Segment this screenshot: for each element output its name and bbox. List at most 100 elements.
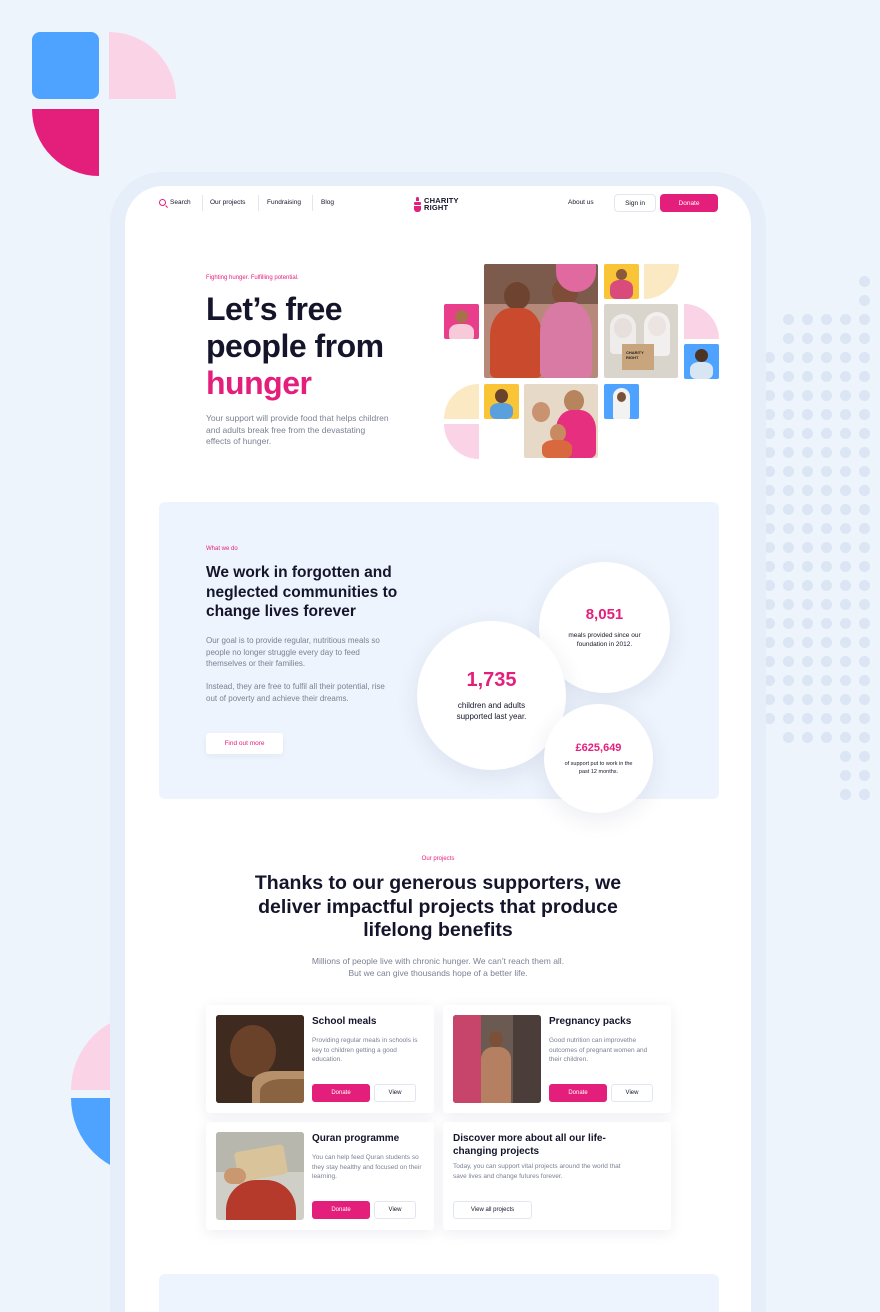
decorative-dot — [802, 428, 813, 439]
nav-about-us[interactable]: About us — [568, 199, 594, 206]
charity-right-logo[interactable]: CHARITY RIGHT — [414, 194, 459, 214]
decorative-dot — [859, 751, 870, 762]
decorative-dot — [840, 352, 851, 363]
nav-blog[interactable]: Blog — [321, 199, 334, 206]
donate-button[interactable]: Donate — [660, 194, 718, 212]
decorative-dot — [821, 694, 832, 705]
stat-label: children and adults supported last year. — [456, 701, 527, 721]
decorative-dot — [859, 618, 870, 629]
decorative-dot — [783, 504, 794, 515]
decorative-dot — [783, 637, 794, 648]
decorative-dot — [821, 409, 832, 420]
decorative-dot — [802, 466, 813, 477]
decorative-dot — [802, 352, 813, 363]
decorative-dot — [859, 314, 870, 325]
decorative-dot — [859, 580, 870, 591]
school-meals-photo — [216, 1015, 304, 1103]
decorative-pink-quarter — [109, 32, 176, 99]
decorative-dot — [840, 599, 851, 610]
stat-value: 8,051 — [585, 606, 624, 623]
decorative-blue-square — [32, 32, 99, 99]
hero-eyebrow: Fighting hunger. Fulfilling potential. — [206, 275, 299, 281]
decorative-dot — [859, 713, 870, 724]
nav-search[interactable]: Search — [170, 199, 191, 206]
decorative-dot — [783, 656, 794, 667]
decorative-dot — [821, 561, 832, 572]
decorative-dot — [783, 713, 794, 724]
decorative-dot — [840, 618, 851, 629]
decorative-dot — [859, 276, 870, 287]
search-icon[interactable] — [159, 199, 166, 206]
decorative-dot — [821, 656, 832, 667]
nav-fundraising[interactable]: Fundraising — [267, 199, 301, 206]
decorative-dot — [859, 770, 870, 781]
card-donate-button[interactable]: Donate — [549, 1084, 607, 1102]
decorative-dot — [783, 599, 794, 610]
photo-boy-yellow — [484, 384, 519, 419]
decorative-dot — [859, 428, 870, 439]
decorative-dot — [821, 675, 832, 686]
card-donate-button[interactable]: Donate — [312, 1084, 370, 1102]
decorative-dot — [859, 371, 870, 382]
card-description: Good nutrition can improvethe outcomes o… — [549, 1037, 648, 1063]
decorative-dot — [783, 580, 794, 591]
decorative-dot — [783, 732, 794, 743]
decorative-dot — [840, 390, 851, 401]
projects-eyebrow: Our projects — [421, 856, 455, 862]
card-title: School meals — [312, 1016, 377, 1027]
sign-in-button[interactable]: Sign in — [614, 194, 656, 212]
decorative-dot — [840, 428, 851, 439]
decorative-dot — [802, 580, 813, 591]
project-card-pregnancy-packs: Pregnancy packs Good nutrition can impro… — [443, 1005, 671, 1113]
decorative-dot — [802, 561, 813, 572]
photo-woman-yellow — [604, 264, 639, 299]
decorative-dot — [783, 390, 794, 401]
decorative-dot — [802, 447, 813, 458]
decorative-dot — [802, 618, 813, 629]
decorative-cream-quarter — [644, 264, 679, 299]
decorative-dot — [783, 371, 794, 382]
decorative-dot — [821, 485, 832, 496]
stat-label: of support put to work in the past 12 mo… — [564, 760, 633, 775]
decorative-dot — [840, 789, 851, 800]
decorative-dot — [802, 542, 813, 553]
decorative-dot — [783, 542, 794, 553]
decorative-dot — [802, 523, 813, 534]
view-all-projects-button[interactable]: View all projects — [453, 1201, 532, 1219]
decorative-dot — [859, 656, 870, 667]
decorative-dot — [859, 675, 870, 686]
top-navigation: Search Our projects Fundraising Blog CHA… — [125, 186, 751, 220]
decorative-dot — [840, 504, 851, 515]
card-title: Pregnancy packs — [549, 1016, 632, 1027]
decorative-dot — [859, 599, 870, 610]
card-donate-button[interactable]: Donate — [312, 1201, 370, 1219]
decorative-dot — [840, 466, 851, 477]
decorative-dot — [859, 637, 870, 648]
decorative-dot — [783, 428, 794, 439]
decorative-dot — [840, 656, 851, 667]
pregnancy-packs-photo — [453, 1015, 541, 1103]
discover-projects-card: Discover more about all our life-changin… — [443, 1122, 671, 1230]
nav-divider — [258, 195, 259, 211]
decorative-dot — [840, 713, 851, 724]
stat-support: £625,649 of support put to work in the p… — [544, 704, 653, 813]
decorative-dot — [783, 485, 794, 496]
decorative-dot — [859, 409, 870, 420]
photo-girl-blue — [604, 384, 639, 419]
nav-our-projects[interactable]: Our projects — [210, 199, 245, 206]
card-view-button[interactable]: View — [611, 1084, 653, 1102]
stat-value: 1,735 — [466, 669, 517, 691]
decorative-dot — [783, 409, 794, 420]
decorative-dot — [821, 542, 832, 553]
card-title: Quran programme — [312, 1133, 400, 1144]
decorative-dot — [840, 333, 851, 344]
decorative-dot — [859, 523, 870, 534]
card-view-button[interactable]: View — [374, 1084, 416, 1102]
find-out-more-button[interactable]: Find out more — [206, 733, 283, 754]
box-print: CHARITY RIGHT — [626, 350, 644, 360]
logo-wordmark: CHARITY RIGHT — [424, 195, 459, 212]
decorative-dot — [802, 409, 813, 420]
decorative-dot — [840, 561, 851, 572]
decorative-pink-quarter-collage — [684, 304, 719, 339]
card-view-button[interactable]: View — [374, 1201, 416, 1219]
